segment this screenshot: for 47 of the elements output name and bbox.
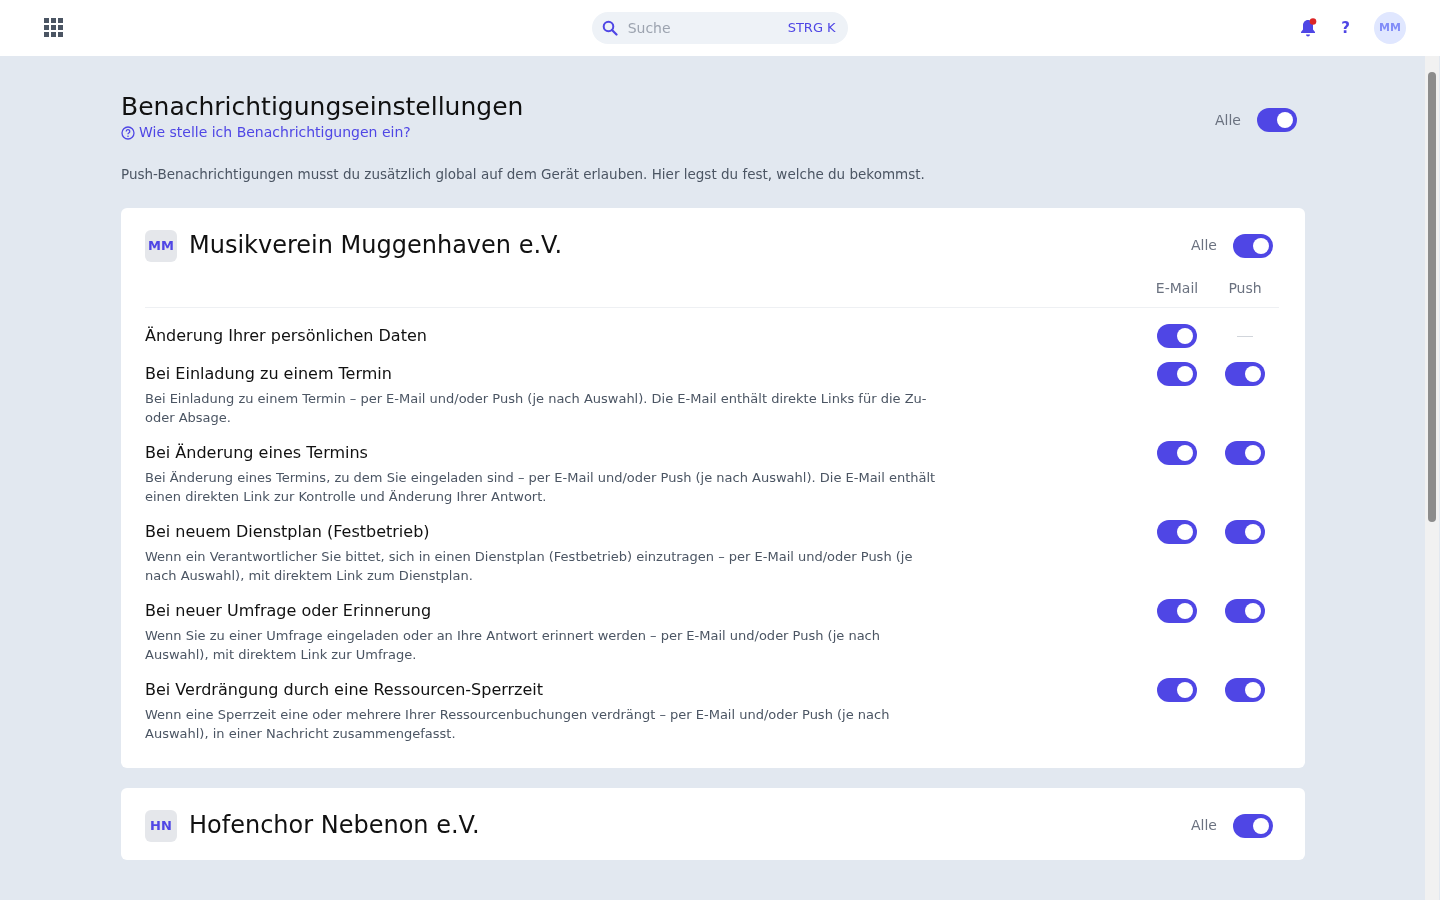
group-name: Hofenchor Nebenon e.V.	[189, 811, 480, 841]
search-input[interactable]: Suche	[625, 16, 766, 40]
toggle-switch[interactable]	[1257, 108, 1297, 132]
toggle-switch[interactable]	[1157, 361, 1197, 386]
setting-description: Wenn Sie zu einer Umfrage eingeladen oder an Ihre Antwort erinnert werden – per E-Mail und/oder Push (je nach Auswahl), mit direktem Link zur Umfrage.	[145, 626, 881, 664]
scrollbar[interactable]	[1425, 56, 1439, 900]
search-bar[interactable]: Suche STRG K	[591, 12, 848, 44]
shortcut-hint: STRG K	[787, 19, 836, 38]
bell-icon[interactable]	[1299, 18, 1318, 38]
search-icon	[601, 20, 618, 36]
toggle-switch[interactable]	[1233, 233, 1273, 258]
toggle-label: Alle	[1191, 816, 1217, 836]
toggle-switch[interactable]	[1157, 598, 1197, 623]
toggle-switch[interactable]	[1157, 677, 1197, 702]
toggle-switch[interactable]	[1233, 813, 1273, 838]
toggle-switch[interactable]	[1225, 361, 1265, 386]
help-link[interactable]: Wie stelle ich Benachrichtigungen ein?	[121, 122, 411, 143]
page-title: Benachrichtigungseinstellungen	[121, 92, 524, 122]
setting-description: Bei Änderung eines Termins, zu dem Sie eingeladen sind – per E-Mail und/oder Push (je nach Auswahl). Die E-Mail enthält einen direkten Link zur Kontrolle und Änderung Ihrer Antwort.	[145, 468, 937, 506]
group-initials: HN	[145, 809, 177, 842]
setting-title: Bei Verdrängung durch eine Ressourcen-Sperrzeit	[145, 678, 545, 701]
toggle-switch[interactable]	[1225, 519, 1265, 544]
group-name: Musikverein Muggenhaven e.V.	[189, 231, 562, 261]
toggle-switch[interactable]	[1157, 519, 1197, 544]
setting-description: Wenn ein Verantwortlicher Sie bittet, sich in einen Dienstplan (Festbetrieb) einzutragen – per E-Mail und/oder Push (je nach Auswahl), mit direktem Link zum Dienstplan.	[145, 547, 914, 585]
column-header: Push	[1227, 278, 1263, 298]
toggle-switch[interactable]	[1225, 440, 1265, 465]
intro-text: Push-Benachrichtigungen musst du zusätzlich global auf dem Gerät erlauben. Hier legst du fest, welche du bekommst.	[121, 164, 926, 184]
setting-title: Bei neuem Dienstplan (Festbetrieb)	[145, 520, 431, 543]
app-grid-icon[interactable]	[44, 18, 64, 38]
toggle-switch[interactable]	[1157, 323, 1197, 348]
setting-title: Bei Einladung zu einem Termin	[145, 362, 393, 385]
toggle-label: Alle	[1215, 110, 1241, 130]
setting-title: Änderung Ihrer persönlichen Daten	[145, 324, 427, 347]
toggle-switch[interactable]	[1225, 598, 1265, 623]
toggle-switch[interactable]	[1225, 677, 1265, 702]
help-icon	[121, 125, 135, 140]
setting-title: Bei neuer Umfrage oder Erinnerung	[145, 599, 433, 622]
help-button[interactable]: ?	[1341, 16, 1350, 40]
toggle-label: Alle	[1191, 236, 1217, 256]
setting-title: Bei Änderung eines Termins	[145, 441, 369, 464]
column-header: E-Mail	[1154, 278, 1200, 298]
group-initials: MM	[145, 229, 177, 262]
unavailable-dash	[1237, 335, 1253, 337]
toggle-switch[interactable]	[1157, 440, 1197, 465]
setting-description: Wenn eine Sperrzeit eine oder mehrere Ihrer Ressourcenbuchungen verdrängt – per E-Mail und/oder Push (je nach Auswahl), in einer Nachricht zusammengefasst.	[145, 705, 891, 743]
setting-description: Bei Einladung zu einem Termin – per E-Mail und/oder Push (je nach Auswahl). Die E-Mail enthält direkte Links für die Zu- oder Absage.	[145, 389, 928, 427]
